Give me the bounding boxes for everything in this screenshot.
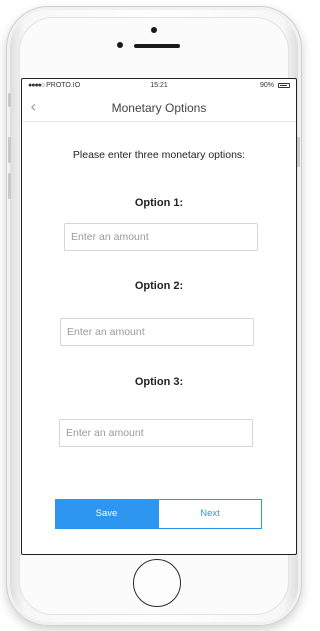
option-1-amount-input[interactable] <box>64 223 258 251</box>
page-title: Monetary Options <box>111 101 207 115</box>
option-2-amount-input[interactable] <box>60 318 254 346</box>
home-button[interactable] <box>133 559 181 607</box>
status-bar: ●●●●○ PROTO.IO 15:21 90% <box>22 79 296 93</box>
earpiece-speaker <box>134 44 180 48</box>
camera-icon <box>151 27 157 33</box>
status-time: 15:21 <box>150 82 168 89</box>
battery-icon <box>278 83 290 88</box>
app-screen: ●●●●○ PROTO.IO 15:21 90% ‹ Monetary Opti… <box>21 78 297 555</box>
option-1-label: Option 1: <box>134 197 184 209</box>
battery-percent: 90% <box>259 82 274 89</box>
next-button[interactable]: Next <box>158 499 262 529</box>
volume-down-button <box>8 173 11 199</box>
save-button[interactable]: Save <box>55 499 158 529</box>
mute-switch <box>8 93 11 107</box>
front-sensor-icon <box>117 42 123 48</box>
power-button <box>297 137 300 167</box>
nav-bar: ‹ Monetary Options <box>22 93 296 122</box>
option-3-amount-input[interactable] <box>59 419 253 447</box>
volume-up-button <box>8 137 11 163</box>
option-2-label: Option 2: <box>134 280 184 292</box>
option-3-label: Option 3: <box>134 376 184 388</box>
form-prompt: Please enter three monetary options: <box>72 149 246 161</box>
